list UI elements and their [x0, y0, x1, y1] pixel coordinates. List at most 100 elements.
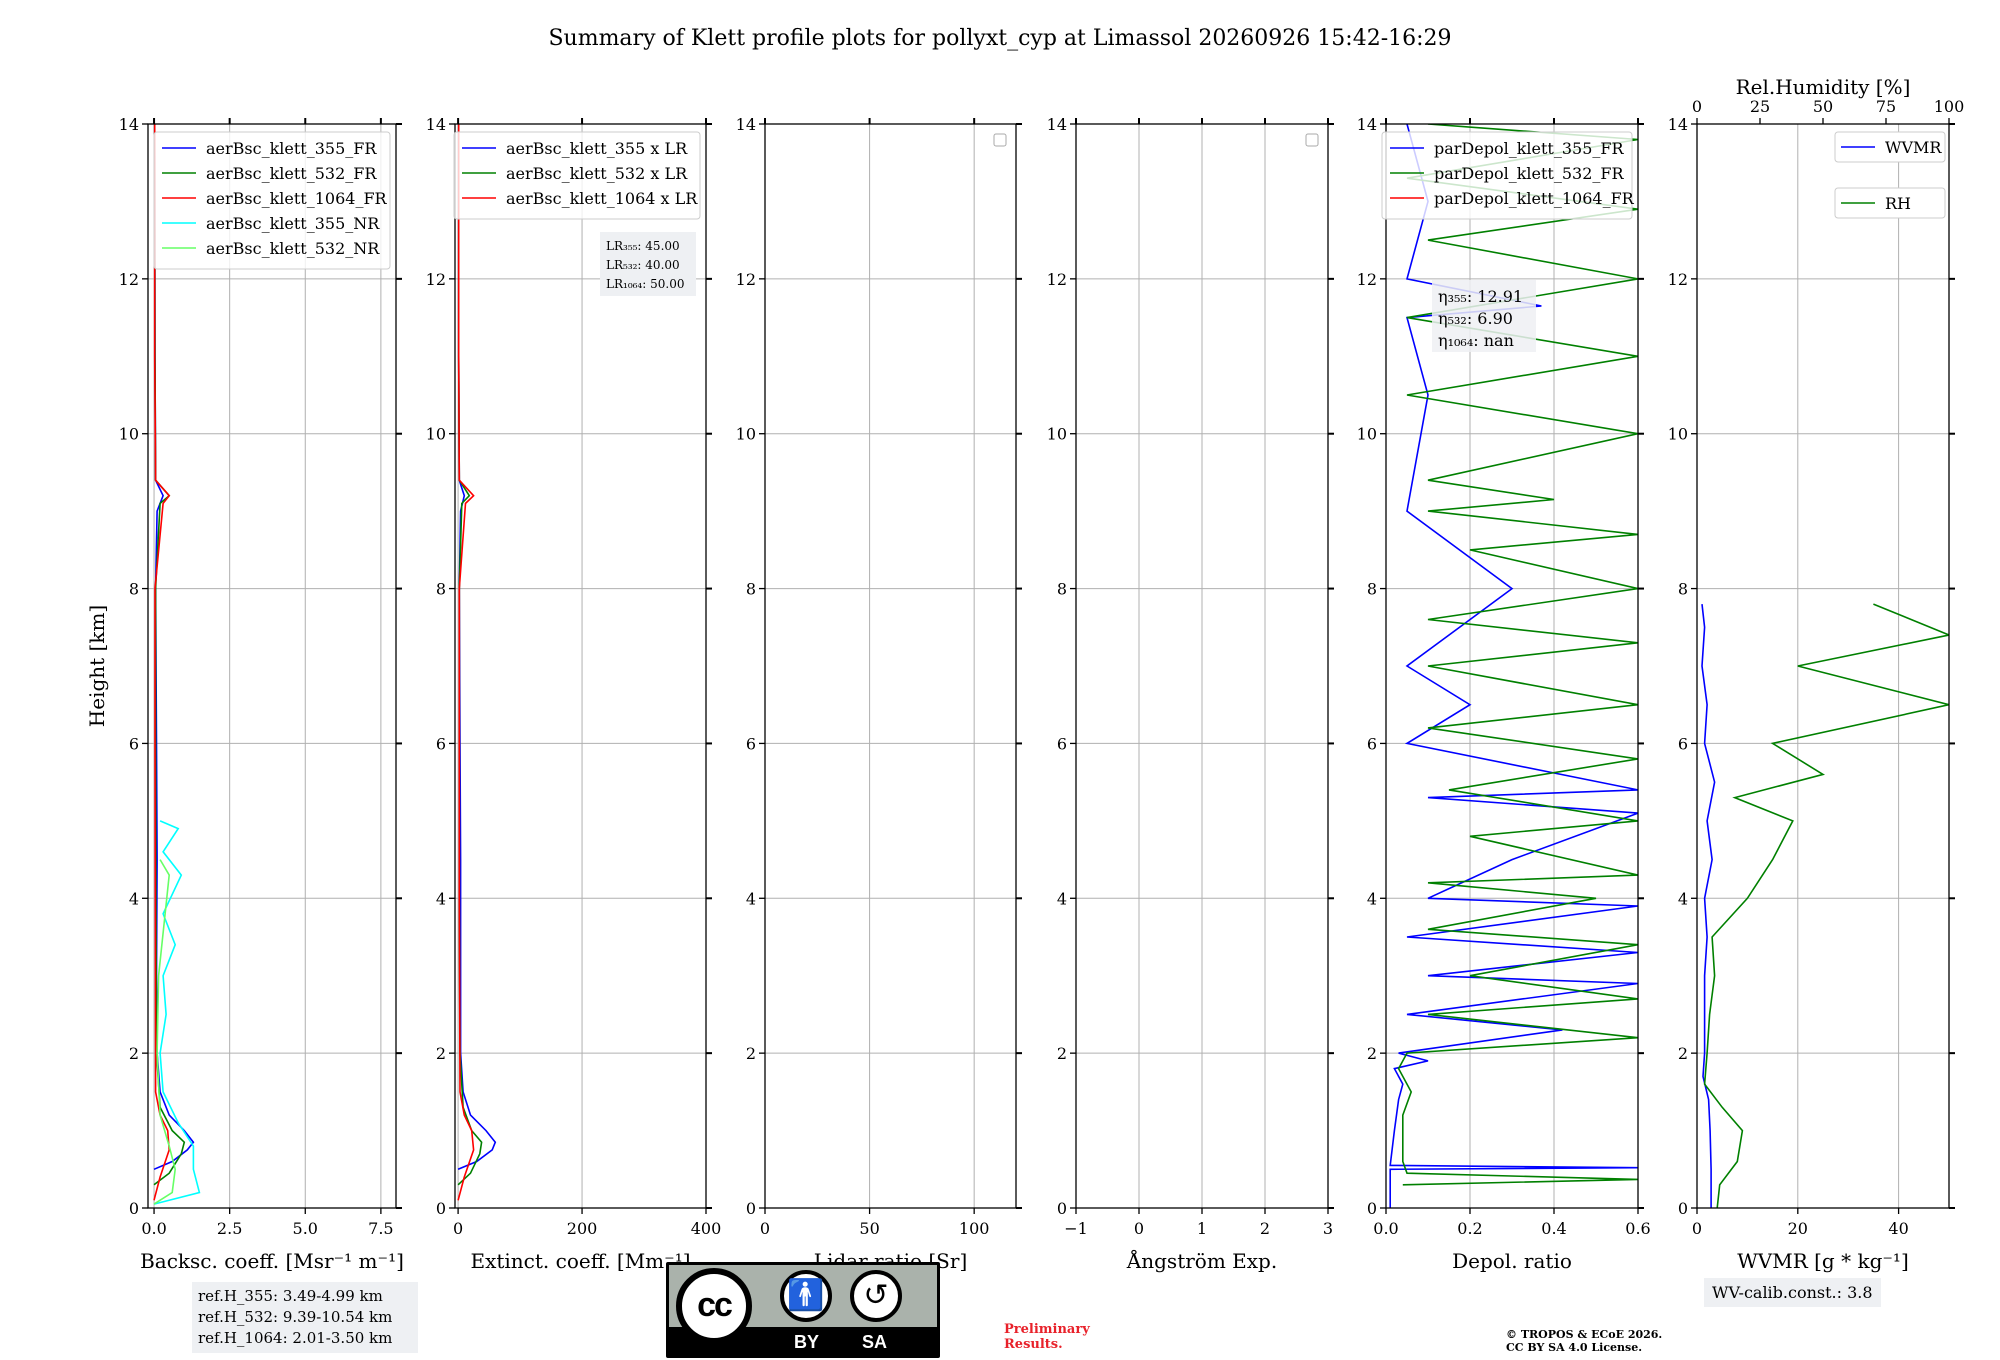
legend-label: RH — [1885, 194, 1911, 213]
cc-icon: cc — [676, 1268, 752, 1344]
y-tick-label: 0 — [436, 1199, 446, 1218]
legend-label: aerBsc_klett_355 x LR — [506, 139, 688, 158]
x-tick-label: 400 — [691, 1219, 722, 1238]
y-tick-label: 6 — [1678, 734, 1688, 753]
depol-param-text: η₅₃₂: 6.90 — [1438, 309, 1513, 328]
preliminary-line-2: Results. — [1004, 1337, 1063, 1352]
x-axis-label: WVMR [g * kg⁻¹] — [1737, 1249, 1909, 1273]
x-tick-label: 0.2 — [1457, 1219, 1482, 1238]
panel-dep: 0 2 4 6 8 10 12 14 0.0 0.2 0.4 0.6 Depol. ratio parDe… — [1357, 115, 1651, 1273]
copyright-line-2: CC BY SA 4.0 License. — [1506, 1341, 1643, 1354]
empty-legend-box — [993, 133, 1007, 147]
panel-ang: 02468101214−1 0 1 2 3Ångström Exp. — [1047, 115, 1334, 1273]
y-tick-label: 0 — [746, 1199, 756, 1218]
x-tick-label: 0 — [1134, 1219, 1144, 1238]
series-line-aerBsc_klett_355_NR — [153, 820, 201, 1205]
legend: parDepol_klett_355_FR parDepol_klett_532_… — [1381, 131, 1635, 220]
depol-param-text: η₃₅₅: 12.91 — [1438, 287, 1523, 306]
x2-axis-label: Rel.Humidity [%] — [1736, 75, 1911, 99]
panel-wv: 024681012140 20 40WVMR [g * kg⁻¹]0 25 50 75 10… — [1668, 75, 1965, 1273]
y-tick-label: 0 — [1367, 1199, 1377, 1218]
ref-height-1064: ref.H_1064: 2.01-3.50 km — [198, 1329, 393, 1347]
cc-license-badge: cc 🚹 ↺ BY SA — [666, 1262, 940, 1358]
y-tick-label: 14 — [1357, 115, 1377, 134]
y-tick-label: 6 — [129, 734, 139, 753]
legend-label: aerBsc_klett_355_FR — [206, 139, 377, 158]
legend: aerBsc_klett_355_FR aerBsc_klett_532_FRae… — [153, 131, 391, 270]
lidar-ratio-text: LR₁₀₆₄: 50.00 — [606, 277, 684, 291]
y-tick-label: 10 — [1668, 425, 1688, 444]
wv-calibration-box: WV-calib.const.: 3.8 — [1704, 1278, 1881, 1307]
x-tick-label: −1 — [1064, 1219, 1088, 1238]
y-tick-label: 14 — [119, 115, 139, 134]
y-tick-label: 12 — [1668, 270, 1688, 289]
lidar-ratio-text: LR₃₅₅: 45.00 — [606, 239, 680, 253]
series-line-aerBsc_klett_532_FR — [153, 124, 186, 1186]
y-tick-label: 0 — [1057, 1199, 1067, 1218]
y-tick-label: 14 — [426, 115, 446, 134]
legend-RH: RH — [1834, 187, 1946, 219]
y-tick-label: 14 — [736, 115, 756, 134]
x-tick-label: 7.5 — [368, 1219, 393, 1238]
x-tick-label: 100 — [959, 1219, 990, 1238]
plot-frame — [147, 123, 397, 1209]
ref-height-532: ref.H_532: 9.39-10.54 km — [198, 1308, 393, 1326]
y-tick-label: 8 — [1678, 580, 1688, 599]
preliminary-line-1: Preliminary — [1004, 1322, 1090, 1337]
y-tick-label: 0 — [129, 1199, 139, 1218]
y-tick-label: 8 — [1057, 580, 1067, 599]
series-line-RH — [1703, 603, 1949, 1208]
x2-tick-label: 50 — [1813, 97, 1833, 116]
y-tick-label: 8 — [1367, 580, 1377, 599]
y-tick-label: 4 — [1678, 889, 1688, 908]
y-tick-label: 6 — [746, 734, 756, 753]
y-tick-label: 4 — [1367, 889, 1377, 908]
y-tick-label: 12 — [1047, 270, 1067, 289]
y-tick-label: 10 — [426, 425, 446, 444]
legend-label: aerBsc_klett_532 x LR — [506, 164, 688, 183]
x-tick-label: 0.6 — [1625, 1219, 1650, 1238]
panel-lr: 024681012140 50 100Lidar ratio [Sr] — [736, 115, 1022, 1273]
lidar-ratio-text: LR₅₃₂: 40.00 — [606, 258, 680, 272]
series-line-aerBsc_klett_355 x LR — [457, 124, 497, 1171]
plot-frame — [764, 123, 1017, 1209]
ref-height-355: ref.H_355: 3.49-4.99 km — [198, 1287, 383, 1305]
y-tick-label: 12 — [736, 270, 756, 289]
reference-heights-box: ref.H_355: 3.49-4.99 km ref.H_532: 9.39-… — [192, 1282, 418, 1353]
x-tick-label: 5.0 — [293, 1219, 318, 1238]
legend-WVMR: WVMR — [1834, 131, 1946, 163]
legend: aerBsc_klett_355 x LR aerBsc_klett_532 x … — [453, 131, 701, 220]
series-line-WVMR — [1701, 604, 1716, 1208]
y-tick-label: 2 — [1367, 1044, 1377, 1063]
legend-label: aerBsc_klett_532_NR — [206, 239, 380, 258]
legend-label: aerBsc_klett_532_FR — [206, 164, 377, 183]
depol-params-annotation: η₃₅₅: 12.91 η₅₃₂: 6.90 η₁₀₆₄: nan — [1432, 280, 1536, 352]
empty-legend-box — [1305, 133, 1319, 147]
y-tick-label: 12 — [1357, 270, 1377, 289]
series-line-aerBsc_klett_355_FR — [153, 124, 195, 1171]
x2-tick-label: 100 — [1934, 97, 1965, 116]
x-tick-label: 20 — [1788, 1219, 1808, 1238]
plot-frame — [1696, 123, 1950, 1209]
copyright-note: © TROPOS & ECoE 2026. CC BY SA 4.0 Licen… — [1506, 1328, 1746, 1354]
y-tick-label: 12 — [119, 270, 139, 289]
y-tick-label: 8 — [746, 580, 756, 599]
x-axis-label: Extinct. coeff. [Mm⁻¹] — [470, 1249, 690, 1273]
y-tick-label: 4 — [436, 889, 446, 908]
y-tick-label: 8 — [436, 580, 446, 599]
y-tick-label: 10 — [736, 425, 756, 444]
y-tick-label: 0 — [1678, 1199, 1688, 1218]
x-tick-label: 50 — [859, 1219, 879, 1238]
y-tick-label: 4 — [1057, 889, 1067, 908]
x-tick-label: 0 — [453, 1219, 463, 1238]
y-tick-label: 12 — [426, 270, 446, 289]
y-tick-label: 2 — [1678, 1044, 1688, 1063]
y-tick-label: 6 — [436, 734, 446, 753]
person-icon: 🚹 — [780, 1270, 832, 1322]
x-tick-label: 2.5 — [217, 1219, 242, 1238]
x-axis-label: Depol. ratio — [1452, 1249, 1572, 1273]
x-tick-label: 0.4 — [1541, 1219, 1566, 1238]
y-tick-label: 14 — [1047, 115, 1067, 134]
by-label: BY — [794, 1332, 820, 1352]
klett-summary-figure: Summary of Klett profile plots for polly… — [85, 26, 1965, 1273]
